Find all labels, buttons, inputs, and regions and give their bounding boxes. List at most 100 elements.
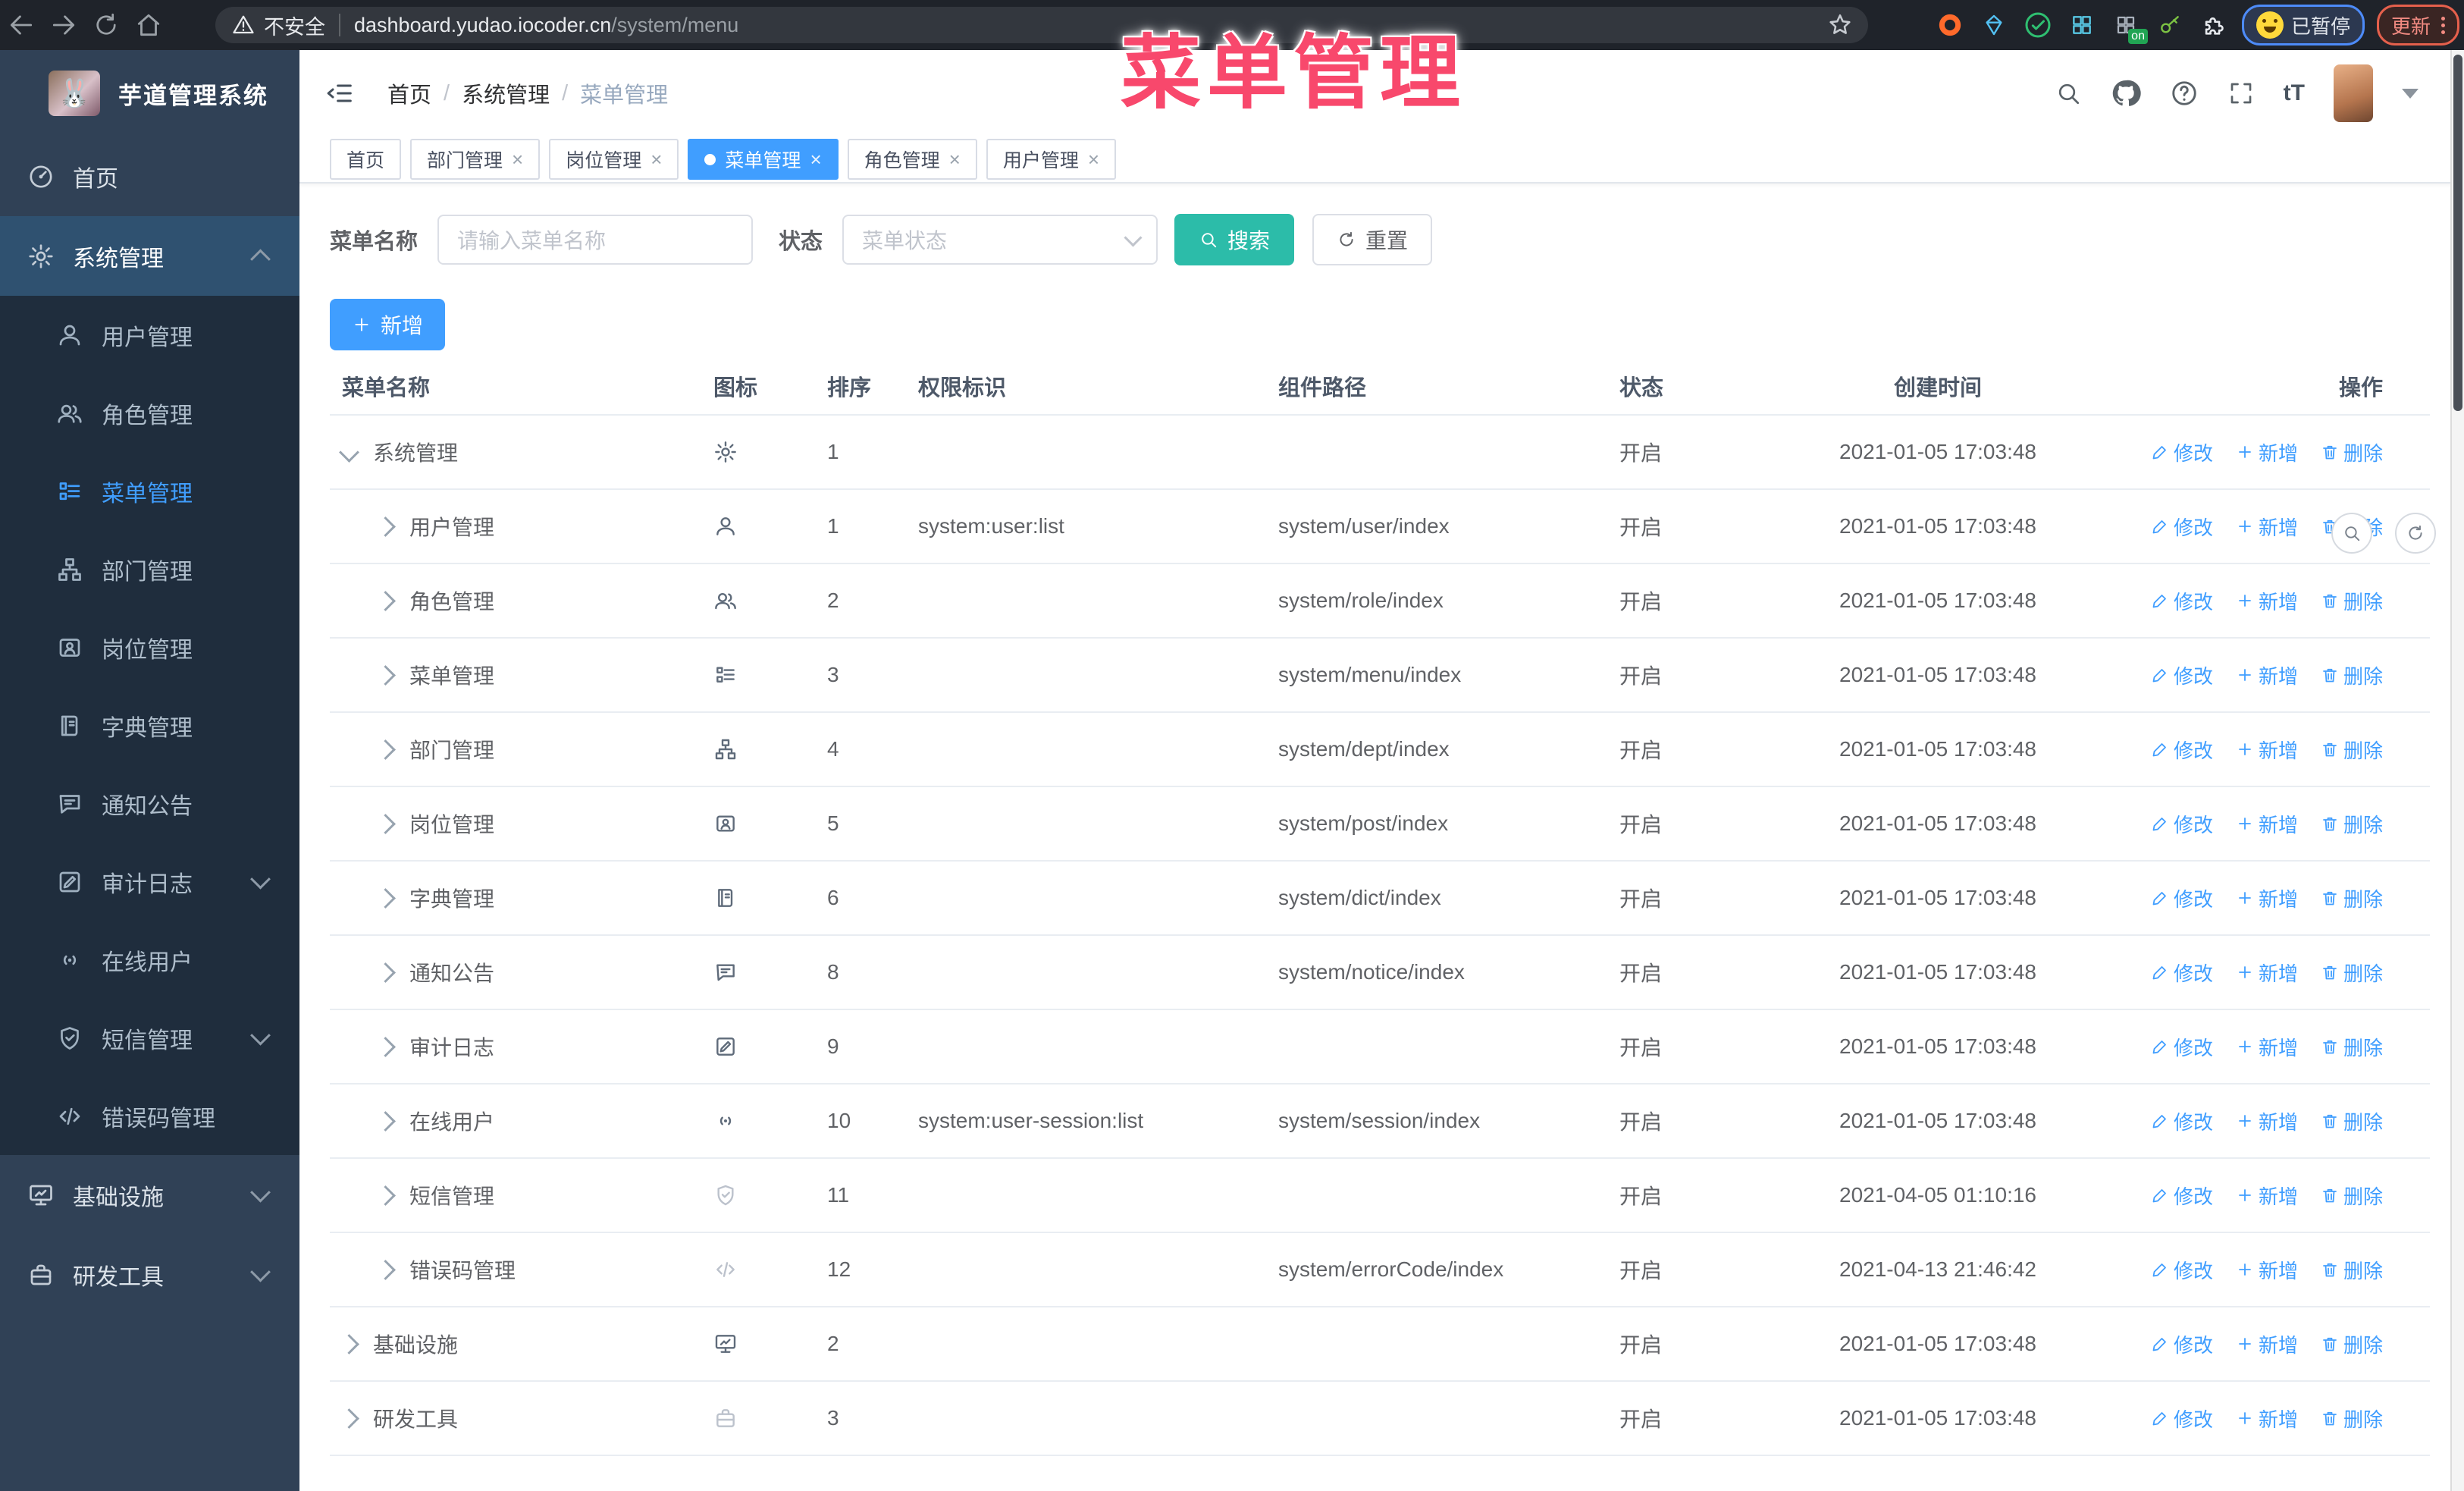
- edit-action-link[interactable]: 修改: [2151, 587, 2213, 615]
- trash-action-link[interactable]: 删除: [2321, 1256, 2383, 1284]
- table-row[interactable]: 错误码管理 12 system/errorCode/index 开启 2021-04-1…: [330, 1233, 2430, 1307]
- refresh-table-icon[interactable]: [2395, 513, 2436, 554]
- table-row[interactable]: 菜单管理 3 system/menu/index 开启 2021-01-05 17:03…: [330, 639, 2430, 713]
- edit-action-link[interactable]: 修改: [2151, 1107, 2213, 1135]
- ext-key-icon[interactable]: [2154, 9, 2186, 41]
- plus-action-link[interactable]: 新增: [2236, 884, 2298, 912]
- expand-closed-icon[interactable]: [375, 813, 396, 834]
- trash-action-link[interactable]: 删除: [2321, 661, 2383, 689]
- plus-action-link[interactable]: 新增: [2236, 1107, 2298, 1135]
- sidebar-item-code[interactable]: 错误码管理: [0, 1077, 299, 1155]
- tag-item[interactable]: 部门管理 ×: [410, 139, 541, 180]
- sidebar-item-tool[interactable]: 研发工具: [0, 1235, 299, 1314]
- sidebar-item-monitor[interactable]: 基础设施: [0, 1155, 299, 1235]
- edit-action-link[interactable]: 修改: [2151, 1033, 2213, 1061]
- expand-closed-icon[interactable]: [375, 887, 396, 909]
- trash-action-link[interactable]: 删除: [2321, 1033, 2383, 1061]
- tag-item[interactable]: 用户管理 ×: [986, 139, 1117, 180]
- scrollbar-thumb[interactable]: [2453, 55, 2462, 411]
- edit-action-link[interactable]: 修改: [2151, 513, 2213, 541]
- edit-action-link[interactable]: 修改: [2151, 1405, 2213, 1433]
- plus-action-link[interactable]: 新增: [2236, 959, 2298, 987]
- plus-action-link[interactable]: 新增: [2236, 513, 2298, 541]
- breadcrumb-item[interactable]: 系统管理: [462, 77, 550, 109]
- table-row[interactable]: 研发工具 3 开启 2021-01-05 17:03:48 修改 新增 删除: [330, 1382, 2430, 1456]
- ext-gem-icon[interactable]: [1978, 9, 2010, 41]
- ext-server-on-icon[interactable]: on: [2110, 9, 2148, 44]
- trash-action-link[interactable]: 删除: [2321, 884, 2383, 912]
- table-row[interactable]: 用户管理 1 system:user:list system/user/index 开启…: [330, 490, 2430, 564]
- close-icon[interactable]: ×: [810, 148, 821, 171]
- table-row[interactable]: 审计日志 9 开启 2021-01-05 17:03:48 修改 新增 删除: [330, 1010, 2430, 1085]
- plus-action-link[interactable]: 新增: [2236, 587, 2298, 615]
- sidebar-item-users[interactable]: 角色管理: [0, 374, 299, 452]
- github-icon[interactable]: [2111, 78, 2141, 108]
- edit-action-link[interactable]: 修改: [2151, 438, 2213, 466]
- trash-action-link[interactable]: 删除: [2321, 810, 2383, 838]
- sidebar-item-log[interactable]: 审计日志: [0, 843, 299, 921]
- table-row[interactable]: 岗位管理 5 system/post/index 开启 2021-01-05 17:03…: [330, 787, 2430, 862]
- chrome-update-button[interactable]: 更新: [2376, 5, 2459, 46]
- ext-check-icon[interactable]: [2022, 9, 2054, 41]
- trash-action-link[interactable]: 删除: [2321, 587, 2383, 615]
- sidebar-item-user[interactable]: 用户管理: [0, 296, 299, 374]
- sidebar-item-dashboard[interactable]: 首页: [0, 137, 299, 216]
- trash-action-link[interactable]: 删除: [2321, 1330, 2383, 1358]
- table-row[interactable]: 短信管理 11 开启 2021-04-05 01:10:16 修改 新增 删除: [330, 1159, 2430, 1233]
- plus-action-link[interactable]: 新增: [2236, 1405, 2298, 1433]
- bookmark-star-icon[interactable]: [1827, 12, 1853, 38]
- expand-closed-icon[interactable]: [375, 962, 396, 983]
- forward-icon[interactable]: [42, 4, 85, 46]
- page-scrollbar[interactable]: [2450, 50, 2464, 1491]
- extensions-puzzle-icon[interactable]: [2198, 9, 2230, 41]
- search-button[interactable]: 搜索: [1174, 214, 1295, 265]
- tag-item[interactable]: 岗位管理 ×: [549, 139, 679, 180]
- sidebar-item-menu[interactable]: 菜单管理: [0, 452, 299, 530]
- expand-closed-icon[interactable]: [375, 739, 396, 760]
- address-bar[interactable]: 不安全 dashboard.yudao.iocoder.cn /system/m…: [215, 7, 1868, 43]
- ext-donut-icon[interactable]: [1934, 9, 1966, 41]
- sidebar-item-gear[interactable]: 系统管理: [0, 216, 299, 296]
- trash-action-link[interactable]: 删除: [2321, 1405, 2383, 1433]
- trash-action-link[interactable]: 删除: [2321, 959, 2383, 987]
- add-button[interactable]: 新增: [330, 299, 445, 350]
- plus-action-link[interactable]: 新增: [2236, 736, 2298, 764]
- table-row[interactable]: 系统管理 1 开启 2021-01-05 17:03:48 修改 新增 删除: [330, 416, 2430, 490]
- font-size-icon[interactable]: tT: [2284, 80, 2305, 106]
- sidebar-item-sms[interactable]: 短信管理: [0, 999, 299, 1077]
- table-row[interactable]: 角色管理 2 system/role/index 开启 2021-01-05 17:03…: [330, 564, 2430, 639]
- trash-action-link[interactable]: 删除: [2321, 1182, 2383, 1210]
- search-icon[interactable]: [2055, 80, 2082, 107]
- fullscreen-icon[interactable]: [2227, 80, 2255, 107]
- expand-closed-icon[interactable]: [375, 1185, 396, 1206]
- sidebar-item-tree[interactable]: 部门管理: [0, 530, 299, 608]
- table-row[interactable]: 通知公告 8 system/notice/index 开启 2021-01-05 17:…: [330, 936, 2430, 1010]
- edit-action-link[interactable]: 修改: [2151, 959, 2213, 987]
- plus-action-link[interactable]: 新增: [2236, 661, 2298, 689]
- reset-button[interactable]: 重置: [1312, 214, 1433, 265]
- table-row[interactable]: 部门管理 4 system/dept/index 开启 2021-01-05 17:03…: [330, 713, 2430, 787]
- edit-action-link[interactable]: 修改: [2151, 884, 2213, 912]
- plus-action-link[interactable]: 新增: [2236, 1330, 2298, 1358]
- edit-action-link[interactable]: 修改: [2151, 1330, 2213, 1358]
- close-icon[interactable]: ×: [949, 148, 961, 171]
- sidebar-item-post[interactable]: 岗位管理: [0, 608, 299, 686]
- edit-action-link[interactable]: 修改: [2151, 661, 2213, 689]
- expand-closed-icon[interactable]: [375, 516, 396, 537]
- trash-action-link[interactable]: 删除: [2321, 438, 2383, 466]
- plus-action-link[interactable]: 新增: [2236, 810, 2298, 838]
- user-menu-caret-icon[interactable]: [2402, 88, 2419, 99]
- close-icon[interactable]: ×: [1088, 148, 1099, 171]
- sidebar-item-online[interactable]: 在线用户: [0, 921, 299, 999]
- plus-action-link[interactable]: 新增: [2236, 1182, 2298, 1210]
- sidebar-item-message[interactable]: 通知公告: [0, 764, 299, 843]
- table-row[interactable]: 基础设施 2 开启 2021-01-05 17:03:48 修改 新增 删除: [330, 1307, 2430, 1382]
- user-avatar[interactable]: [2334, 64, 2373, 122]
- toggle-search-icon[interactable]: [2331, 513, 2372, 554]
- expand-closed-icon[interactable]: [375, 1110, 396, 1132]
- profile-paused-badge[interactable]: 已暂停: [2241, 5, 2365, 46]
- table-row[interactable]: 在线用户 10 system:user-session:list system/ses…: [330, 1085, 2430, 1159]
- edit-action-link[interactable]: 修改: [2151, 736, 2213, 764]
- expand-closed-icon[interactable]: [339, 1333, 359, 1354]
- expand-closed-icon[interactable]: [375, 1036, 396, 1057]
